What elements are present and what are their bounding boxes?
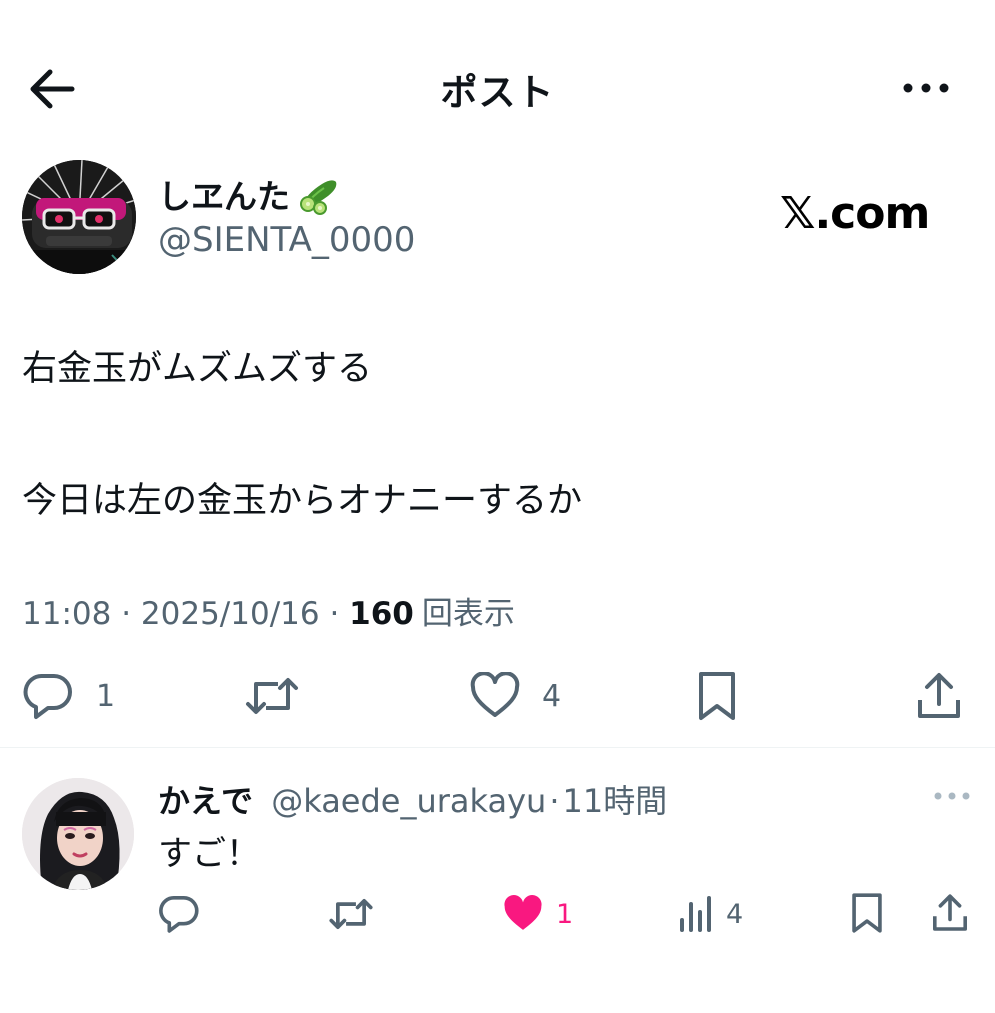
post-text-line-1: 右金玉がムズムズする	[22, 349, 373, 389]
avatar-image	[22, 160, 136, 274]
author-handle[interactable]: @SIENTA_0000	[158, 220, 415, 260]
reply-views-button[interactable]: 4	[678, 894, 743, 934]
reply-avatar[interactable]	[22, 778, 134, 890]
reply-icon	[23, 673, 72, 719]
like-icon	[504, 895, 542, 930]
reply-icon	[159, 896, 199, 933]
reply-author-name[interactable]: かえで	[158, 782, 253, 820]
reply-like-count: 1	[556, 898, 574, 930]
meta-separator: ·	[319, 596, 350, 632]
repost-icon	[329, 899, 373, 929]
meta-separator: ·	[111, 596, 141, 632]
more-button[interactable]	[896, 70, 956, 106]
share-button[interactable]	[914, 670, 964, 722]
bookmark-icon	[699, 672, 735, 720]
bookmark-icon	[852, 893, 882, 933]
post-text-line-2: 今日は左の金玉からオナニーするか	[22, 481, 583, 521]
reply-more-button[interactable]	[930, 786, 974, 806]
page-title: ポスト	[440, 71, 555, 114]
post-meta: 11:08 · 2025/10/16 · 160 回表示	[22, 588, 515, 633]
author-name[interactable]: しヱんた	[158, 170, 340, 218]
reply-avatar-image	[22, 778, 134, 890]
reply-repost-button[interactable]	[328, 894, 374, 934]
reply-author-handle[interactable]: @kaede_urakayu	[271, 782, 546, 820]
cucumber-emoji-icon	[300, 180, 337, 215]
more-icon	[934, 792, 970, 800]
views-count: 160	[349, 596, 414, 632]
like-count: 4	[542, 678, 562, 714]
share-icon	[918, 673, 960, 718]
reply-like-button[interactable]: 1	[502, 894, 573, 934]
reply-views-count: 4	[726, 898, 744, 930]
like-button[interactable]: 4	[470, 672, 561, 720]
views-icon	[680, 896, 711, 932]
post-date[interactable]: 2025/10/16	[141, 596, 320, 632]
repost-button[interactable]	[244, 672, 300, 720]
share-icon	[933, 894, 967, 931]
divider	[0, 747, 995, 748]
x-com-watermark: 𝕏.com	[780, 188, 930, 239]
reply-separator: ·	[549, 782, 560, 820]
more-icon	[903, 83, 949, 93]
reply-time[interactable]: 11時間	[563, 782, 668, 820]
reply-header: かえで @kaede_urakayu·11時間	[158, 776, 667, 822]
reply-count: 1	[96, 678, 116, 714]
reply-text: すご！	[158, 834, 260, 874]
reply-button[interactable]: 1	[22, 672, 115, 720]
bookmark-button[interactable]	[696, 670, 738, 722]
repost-icon	[246, 678, 298, 714]
views-label: 回表示	[421, 596, 515, 632]
reply-reply-button[interactable]	[158, 894, 200, 934]
author-avatar[interactable]	[22, 160, 136, 274]
reply-share-button[interactable]	[930, 892, 970, 934]
author-name-text: しヱんた	[158, 177, 290, 216]
post-time[interactable]: 11:08	[22, 596, 111, 632]
like-icon	[470, 672, 520, 717]
reply-bookmark-button[interactable]	[850, 892, 884, 934]
